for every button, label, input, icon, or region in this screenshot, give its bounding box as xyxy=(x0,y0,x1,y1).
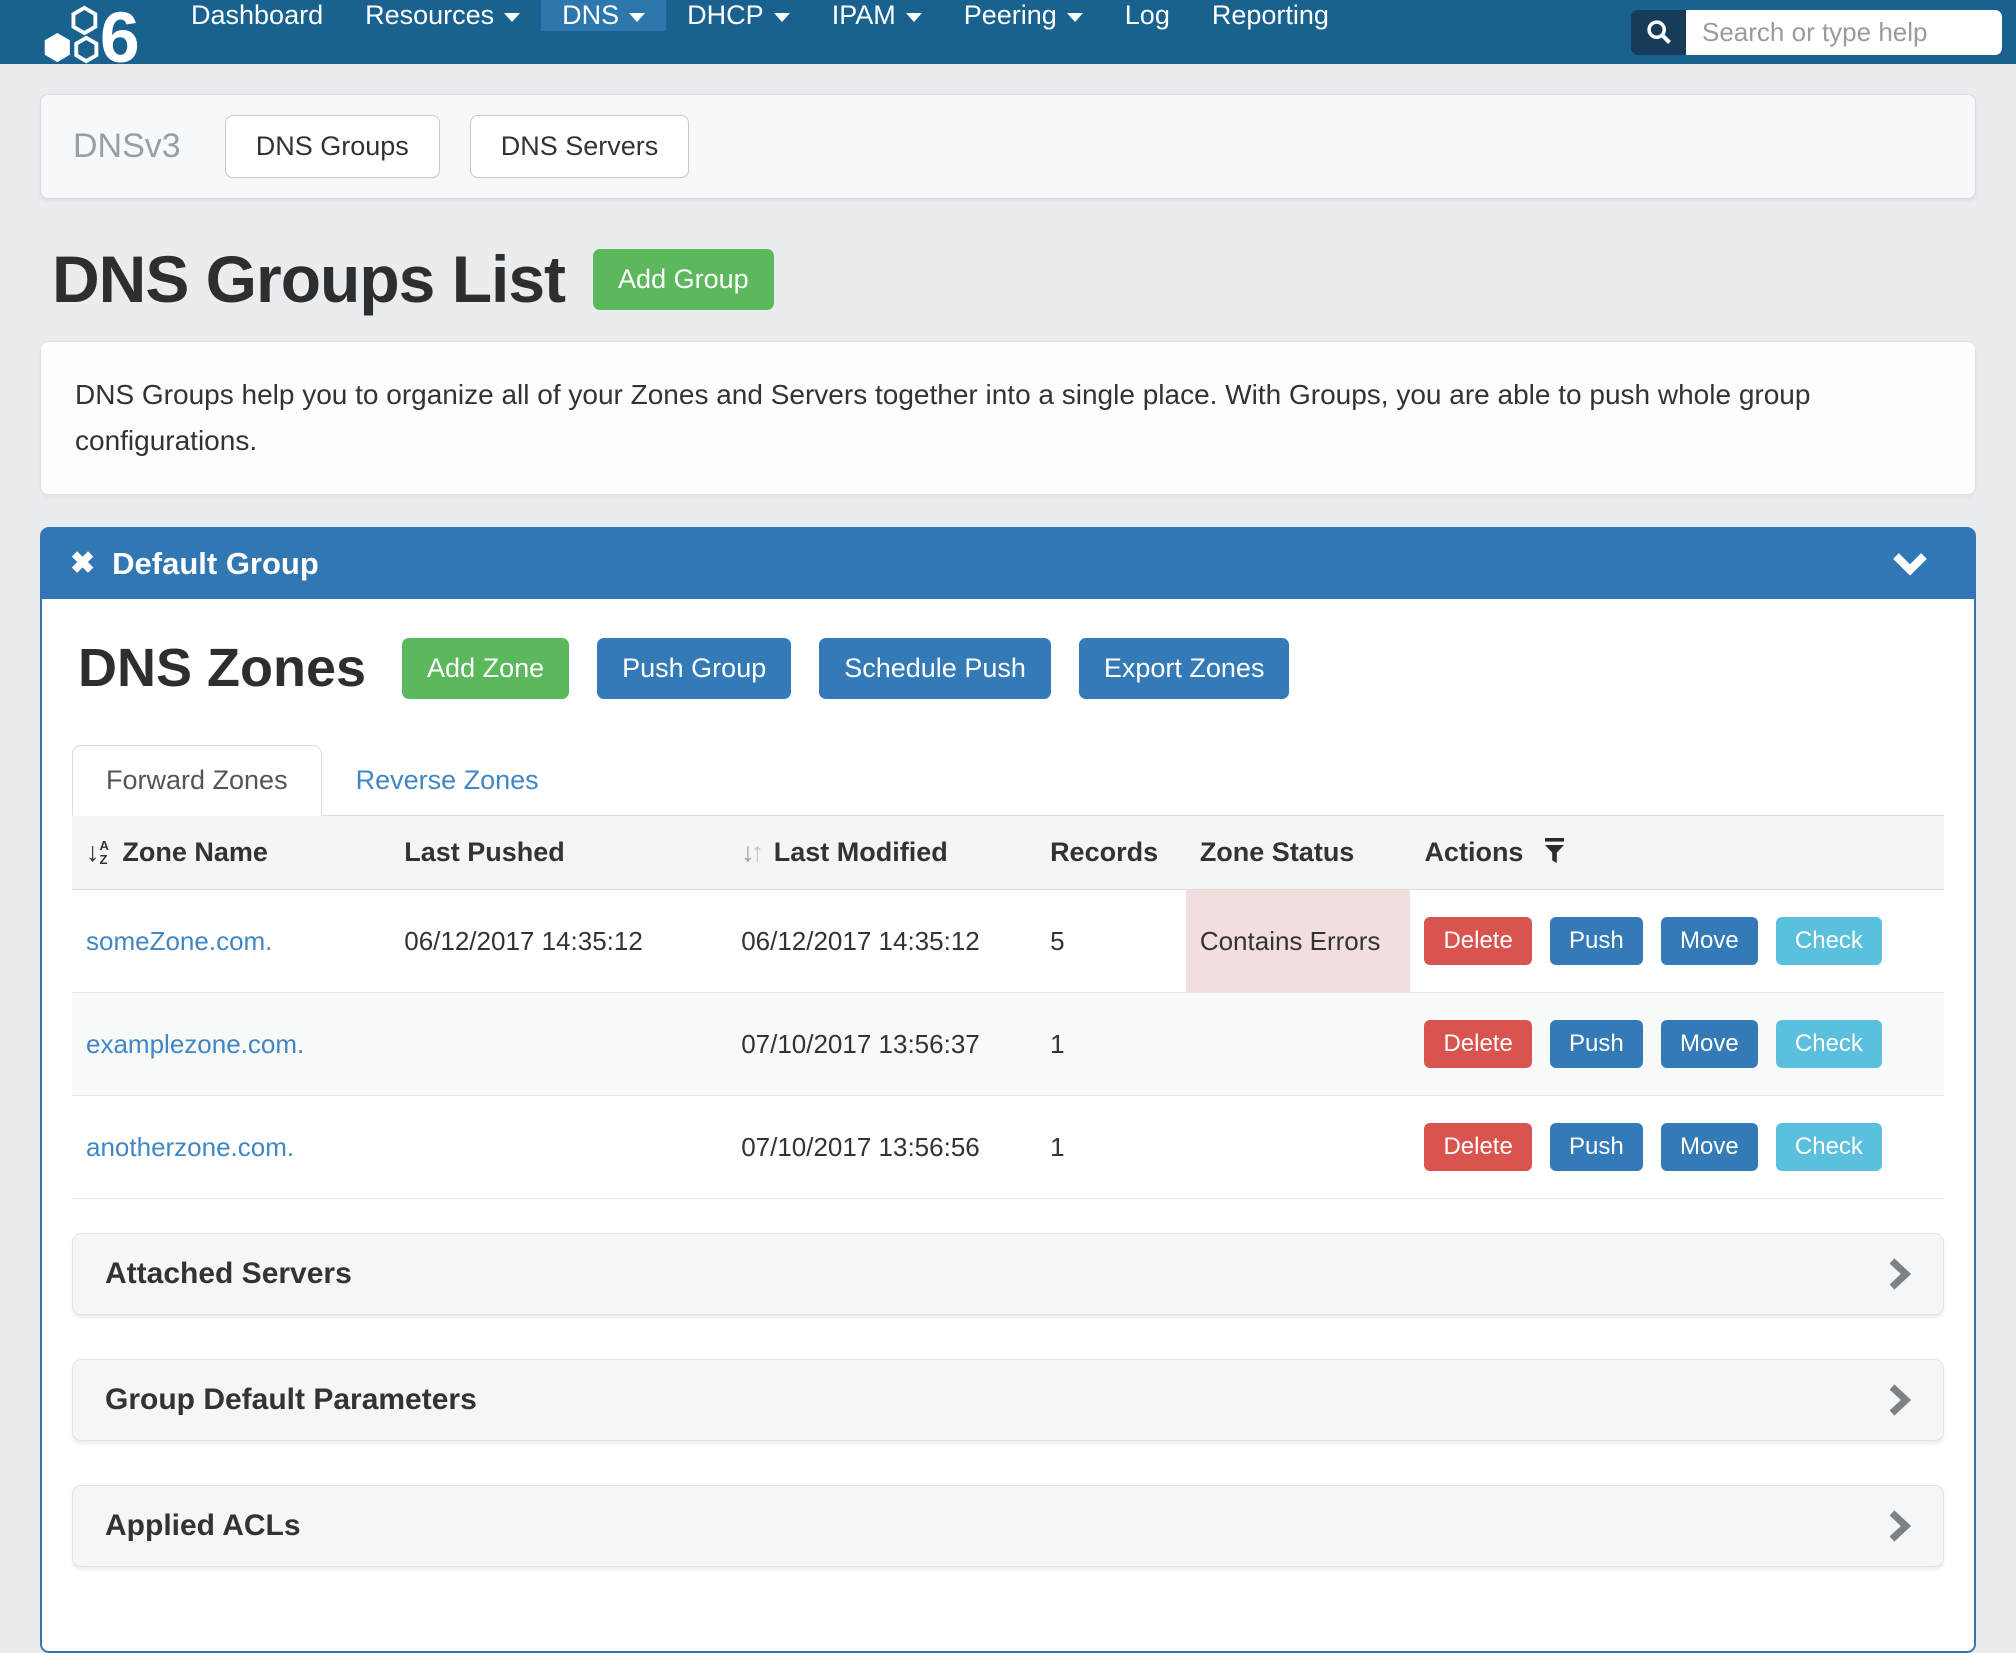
last-modified-value: 07/10/2017 13:56:37 xyxy=(727,993,1036,1096)
table-header-row: ↓AZ Zone Name Last Pushed ↓↑ Last Modifi… xyxy=(72,816,1944,890)
tab-forward-zones[interactable]: Forward Zones xyxy=(72,745,322,816)
sort-alpha-asc-icon: ↓AZ xyxy=(86,839,109,866)
header-last-pushed[interactable]: Last Pushed xyxy=(390,816,727,890)
search-input[interactable] xyxy=(1686,10,2002,55)
zone-status-badge: Contains Errors xyxy=(1186,890,1411,993)
delete-button[interactable]: Delete xyxy=(1424,1020,1531,1068)
table-row: anotherzone.com. 07/10/2017 13:56:56 1 D… xyxy=(72,1096,1944,1199)
row-actions: Delete Push Move Check xyxy=(1410,1096,1944,1199)
push-button[interactable]: Push xyxy=(1550,1123,1643,1171)
collapse-chevron-down-icon[interactable] xyxy=(1892,551,1928,577)
table-row: someZone.com. 06/12/2017 14:35:12 06/12/… xyxy=(72,890,1944,993)
caret-down-icon xyxy=(774,13,790,22)
search-icon xyxy=(1645,18,1673,46)
description-text: DNS Groups help you to organize all of y… xyxy=(75,372,1941,464)
dns-zones-title: DNS Zones xyxy=(78,637,366,699)
header-zone-name[interactable]: ↓AZ Zone Name xyxy=(72,816,390,890)
nav-item-log[interactable]: Log xyxy=(1104,0,1191,31)
records-value: 1 xyxy=(1036,993,1186,1096)
caret-down-icon xyxy=(629,13,645,22)
page-title: DNS Groups List xyxy=(52,241,565,317)
check-button[interactable]: Check xyxy=(1776,1123,1882,1171)
header-records[interactable]: Records xyxy=(1036,816,1186,890)
delete-button[interactable]: Delete xyxy=(1424,1123,1531,1171)
group-accordions: Attached Servers Group Default Parameter… xyxy=(72,1233,1944,1567)
schedule-push-button[interactable]: Schedule Push xyxy=(819,638,1051,699)
header-zone-status[interactable]: Zone Status xyxy=(1186,816,1411,890)
add-group-button[interactable]: Add Group xyxy=(593,249,774,310)
zone-status-badge xyxy=(1186,993,1411,1096)
accordion-group-default-parameters[interactable]: Group Default Parameters xyxy=(72,1359,1944,1441)
tab-reverse-zones[interactable]: Reverse Zones xyxy=(322,745,573,816)
table-row: examplezone.com. 07/10/2017 13:56:37 1 D… xyxy=(72,993,1944,1096)
dns-zones-toolbar: DNS Zones Add Zone Push Group Schedule P… xyxy=(78,637,1944,699)
chevron-right-icon xyxy=(1887,1509,1911,1543)
nav-item-resources[interactable]: Resources xyxy=(344,0,541,31)
page-heading-row: DNS Groups List Add Group xyxy=(52,241,1976,317)
main-menu: Dashboard Resources DNS DHCP IPAM Peerin… xyxy=(170,0,1350,64)
header-last-modified[interactable]: ↓↑ Last Modified xyxy=(727,816,1036,890)
dns-groups-button[interactable]: DNS Groups xyxy=(225,115,440,178)
chevron-right-icon xyxy=(1887,1257,1911,1291)
caret-down-icon xyxy=(1067,13,1083,22)
zone-link[interactable]: anotherzone.com. xyxy=(86,1132,294,1162)
nav-item-ipam[interactable]: IPAM xyxy=(811,0,943,31)
nav-item-dhcp[interactable]: DHCP xyxy=(666,0,811,31)
zone-link[interactable]: examplezone.com. xyxy=(86,1029,304,1059)
accordion-attached-servers[interactable]: Attached Servers xyxy=(72,1233,1944,1315)
last-modified-value: 06/12/2017 14:35:12 xyxy=(727,890,1036,993)
last-pushed-value xyxy=(390,1096,727,1199)
records-value: 1 xyxy=(1036,1096,1186,1199)
chevron-right-icon xyxy=(1887,1383,1911,1417)
description-panel: DNS Groups help you to organize all of y… xyxy=(40,341,1976,495)
move-button[interactable]: Move xyxy=(1661,1123,1758,1171)
sort-updown-icon: ↓↑ xyxy=(741,839,764,866)
dns-servers-button[interactable]: DNS Servers xyxy=(470,115,690,178)
nav-item-dashboard[interactable]: Dashboard xyxy=(170,0,344,31)
close-icon[interactable]: ✖ xyxy=(70,549,95,579)
zone-status-badge xyxy=(1186,1096,1411,1199)
nav-item-peering[interactable]: Peering xyxy=(943,0,1104,31)
dnsv3-label: DNSv3 xyxy=(67,127,181,166)
last-pushed-value: 06/12/2017 14:35:12 xyxy=(390,890,727,993)
default-group-panel: ✖ Default Group DNS Zones Add Zone Push … xyxy=(40,527,1976,1653)
zones-tabs: Forward Zones Reverse Zones xyxy=(72,745,1944,816)
top-navbar: 6 Dashboard Resources DNS DHCP IPAM Peer… xyxy=(0,0,2016,64)
nav-item-reporting[interactable]: Reporting xyxy=(1191,0,1350,31)
row-actions: Delete Push Move Check xyxy=(1410,993,1944,1096)
check-button[interactable]: Check xyxy=(1776,1020,1882,1068)
push-button[interactable]: Push xyxy=(1550,1020,1643,1068)
push-button[interactable]: Push xyxy=(1550,917,1643,965)
caret-down-icon xyxy=(504,13,520,22)
add-zone-button[interactable]: Add Zone xyxy=(402,638,569,699)
export-zones-button[interactable]: Export Zones xyxy=(1079,638,1290,699)
check-button[interactable]: Check xyxy=(1776,917,1882,965)
row-actions: Delete Push Move Check xyxy=(1410,890,1944,993)
zone-link[interactable]: someZone.com. xyxy=(86,926,272,956)
global-search xyxy=(1631,10,2002,55)
delete-button[interactable]: Delete xyxy=(1424,917,1531,965)
move-button[interactable]: Move xyxy=(1661,917,1758,965)
dnsv3-panel: DNSv3 DNS Groups DNS Servers xyxy=(40,94,1976,199)
nav-item-dns[interactable]: DNS xyxy=(541,0,666,31)
app-logo[interactable]: 6 xyxy=(0,0,170,64)
move-button[interactable]: Move xyxy=(1661,1020,1758,1068)
caret-down-icon xyxy=(906,13,922,22)
zones-table: ↓AZ Zone Name Last Pushed ↓↑ Last Modifi… xyxy=(72,816,1944,1199)
hexagon-logo-icon: 6 xyxy=(40,4,152,64)
filter-icon[interactable] xyxy=(1541,837,1567,864)
default-group-body: DNS Zones Add Zone Push Group Schedule P… xyxy=(42,599,1974,1651)
page-content: DNSv3 DNS Groups DNS Servers DNS Groups … xyxy=(40,64,1976,1653)
accordion-applied-acls[interactable]: Applied ACLs xyxy=(72,1485,1944,1567)
default-group-header[interactable]: ✖ Default Group xyxy=(42,529,1974,599)
last-pushed-value xyxy=(390,993,727,1096)
records-value: 5 xyxy=(1036,890,1186,993)
push-group-button[interactable]: Push Group xyxy=(597,638,791,699)
header-actions: Actions xyxy=(1410,816,1944,890)
last-modified-value: 07/10/2017 13:56:56 xyxy=(727,1096,1036,1199)
group-title: Default Group xyxy=(112,546,319,582)
search-button[interactable] xyxy=(1631,10,1686,55)
svg-text:6: 6 xyxy=(100,4,140,64)
